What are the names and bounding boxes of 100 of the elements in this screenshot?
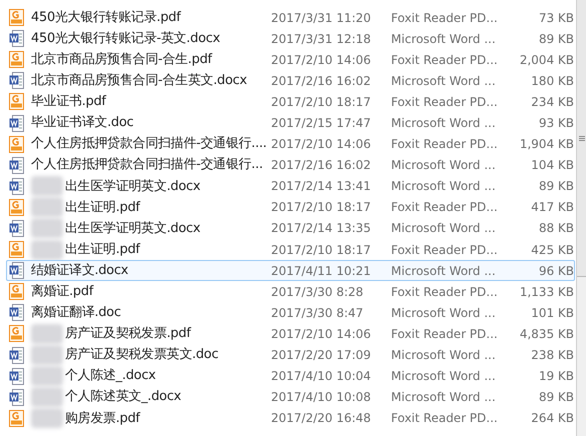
- file-name: 毕业证书.pdf: [31, 93, 106, 112]
- file-type: Foxit Reader PD...: [391, 410, 499, 428]
- date-modified: 2017/2/20 17:09: [271, 347, 372, 364]
- file-size: 89 KB: [538, 389, 574, 406]
- word-file-icon: [9, 368, 24, 385]
- word-file-icon: [9, 220, 24, 237]
- date-modified: 2017/3/31 11:20: [271, 10, 372, 27]
- file-type: Foxit Reader PD...: [391, 10, 499, 27]
- file-row[interactable]: 毕业证书.pdf 2017/2/10 18:17 Foxit Reader PD... 234 KB: [6, 91, 575, 112]
- file-row[interactable]: 购房发票.pdf 2017/2/20 16:48 Foxit Reader PD... 264 KB: [6, 408, 575, 429]
- file-size: 1,133 KB: [518, 284, 574, 301]
- file-size: 88 KB: [538, 220, 574, 238]
- pdf-file-icon: [9, 241, 24, 258]
- file-type: Microsoft Word ...: [391, 115, 497, 132]
- file-name: 离婚证翻译.doc: [31, 304, 121, 322]
- file-row[interactable]: 房产证及契税发票英文.doc 2017/2/20 17:09 Microsoft Word ... 238 KB: [6, 344, 575, 366]
- date-modified: 2017/2/14 13:41: [271, 178, 372, 196]
- date-modified: 2017/3/30 8:47: [271, 304, 364, 322]
- file-size: 101 KB: [530, 304, 574, 322]
- date-modified: 2017/2/10 14:06: [271, 136, 372, 154]
- file-size: 180 KB: [530, 72, 574, 90]
- file-name: 毕业证书译文.doc: [31, 114, 134, 132]
- date-modified: 2017/4/11 10:21: [271, 262, 372, 280]
- pdf-file-icon: [9, 93, 24, 110]
- file-size: 93 KB: [538, 115, 574, 132]
- file-name: 结婚证译文.docx: [31, 262, 128, 280]
- file-row[interactable]: 个人陈述英文_.docx 2017/4/10 10:08 Microsoft Word ... 89 KB: [6, 386, 575, 408]
- file-row[interactable]: 出生证明.pdf 2017/2/10 18:17 Foxit Reader PD... 425 KB: [6, 239, 575, 260]
- date-modified: 2017/2/10 18:17: [271, 94, 372, 111]
- pdf-file-icon: [9, 283, 24, 300]
- date-modified: 2017/3/31 12:18: [271, 30, 372, 48]
- file-row[interactable]: 北京市商品房预售合同-合生英文.docx 2017/2/16 16:02 Microsoft Word ... 180 KB: [6, 70, 575, 92]
- word-file-icon: [9, 72, 24, 90]
- file-type: Microsoft Word ...: [391, 262, 497, 280]
- file-row[interactable]: 出生证明.pdf 2017/2/10 18:17 Foxit Reader PD... 417 KB: [6, 196, 575, 218]
- file-size: 104 KB: [530, 157, 574, 174]
- file-row[interactable]: 个人住房抵押贷款合同扫描件-交通银行... 2017/2/16 16:02 Microsoft Word ... 104 KB: [6, 154, 575, 176]
- file-name: 个人陈述英文_.docx: [65, 388, 182, 406]
- pdf-file-icon: [9, 198, 24, 216]
- file-row[interactable]: 个人住房抵押贷款合同扫描件-交通银行.... 2017/2/10 14:06 Foxit Reader PD... 1,904 KB: [6, 134, 575, 155]
- file-row[interactable]: 450光大银行转账记录-英文.docx 2017/3/31 12:18 Microsoft Word ... 89 KB: [6, 28, 575, 50]
- file-row[interactable]: 450光大银行转账记录.pdf 2017/3/31 11:20 Foxit Reader PD... 73 KB: [6, 7, 575, 28]
- date-modified: 2017/2/20 16:48: [271, 410, 372, 428]
- date-modified: 2017/2/14 13:35: [271, 220, 372, 238]
- file-size: 238 KB: [530, 347, 574, 364]
- word-file-icon: [9, 304, 24, 322]
- date-modified: 2017/2/16 16:02: [271, 72, 372, 90]
- file-size: 1,904 KB: [518, 136, 574, 154]
- file-name: 北京市商品房预售合同-合生英文.docx: [31, 72, 247, 90]
- date-modified: 2017/2/10 14:06: [271, 326, 372, 343]
- word-file-icon: [9, 346, 24, 364]
- date-modified: 2017/2/15 17:47: [271, 115, 372, 132]
- file-type: Microsoft Word ...: [391, 72, 497, 90]
- file-type: Foxit Reader PD...: [391, 199, 499, 216]
- file-type: Microsoft Word ...: [391, 347, 497, 364]
- file-name: 个人住房抵押贷款合同扫描件-交通银行....: [31, 135, 267, 154]
- file-name: 个人陈述_.docx: [65, 367, 156, 386]
- pdf-file-icon: [9, 410, 24, 427]
- file-type: Foxit Reader PD...: [391, 284, 499, 301]
- file-name: 房产证及契税发票英文.doc: [65, 346, 218, 364]
- file-row[interactable]: 出生医学证明英文.docx 2017/2/14 13:41 Microsoft Word ... 89 KB: [6, 176, 575, 197]
- date-modified: 2017/2/10 18:17: [271, 199, 372, 216]
- file-row[interactable]: 出生医学证明英文.docx 2017/2/14 13:35 Microsoft Word ... 88 KB: [6, 218, 575, 240]
- file-row[interactable]: 结婚证译文.docx 2017/4/11 10:21 Microsoft Word ... 96 KB: [6, 260, 575, 282]
- word-file-icon: [9, 30, 24, 48]
- file-name: 房产证及契税发票.pdf: [65, 325, 191, 344]
- date-modified: 2017/4/10 10:08: [271, 389, 372, 406]
- file-size: 4,835 KB: [518, 326, 574, 343]
- word-file-icon: [9, 388, 24, 406]
- file-row[interactable]: 房产证及契税发票.pdf 2017/2/10 14:06 Foxit Reader PD... 4,835 KB: [6, 323, 575, 344]
- file-size: 89 KB: [538, 30, 574, 48]
- date-modified: 2017/2/16 16:02: [271, 157, 372, 174]
- file-name: 450光大银行转账记录-英文.docx: [31, 30, 220, 48]
- file-size: 264 KB: [530, 410, 574, 428]
- word-file-icon: [9, 262, 24, 280]
- file-type: Microsoft Word ...: [391, 178, 497, 196]
- pdf-file-icon: [9, 136, 24, 153]
- file-type: Foxit Reader PD...: [391, 242, 499, 259]
- file-name: 购房发票.pdf: [65, 410, 140, 428]
- file-type: Foxit Reader PD...: [391, 136, 499, 154]
- file-type: Microsoft Word ...: [391, 304, 497, 322]
- grip-icon: [578, 136, 584, 140]
- file-row[interactable]: 个人陈述_.docx 2017/4/10 10:04 Microsoft Word ... 19 KB: [6, 366, 575, 387]
- file-size: 234 KB: [530, 94, 574, 111]
- file-size: 425 KB: [530, 242, 574, 259]
- file-type: Microsoft Word ...: [391, 157, 497, 174]
- file-row[interactable]: 离婚证.pdf 2017/3/30 8:28 Foxit Reader PD... 1,133 KB: [6, 281, 575, 302]
- file-row[interactable]: 毕业证书译文.doc 2017/2/15 17:47 Microsoft Word ... 93 KB: [6, 112, 575, 134]
- file-row[interactable]: 离婚证翻译.doc 2017/3/30 8:47 Microsoft Word ... 101 KB: [6, 302, 575, 324]
- scrollbar[interactable]: [576, 0, 586, 436]
- file-name: 450光大银行转账记录.pdf: [31, 8, 181, 27]
- file-name: 个人住房抵押贷款合同扫描件-交通银行...: [31, 156, 263, 174]
- file-name: 出生证明.pdf: [65, 198, 140, 217]
- pdf-file-icon: [9, 325, 24, 342]
- file-row[interactable]: 北京市商品房预售合同-合生.pdf 2017/2/10 14:06 Foxit Reader PD... 2,004 KB: [6, 49, 575, 70]
- file-size: 96 KB: [538, 262, 574, 280]
- scrollbar-thumb[interactable]: [577, 0, 586, 277]
- file-name: 出生医学证明英文.docx: [65, 178, 200, 196]
- file-type: Microsoft Word ...: [391, 30, 497, 48]
- file-type: Microsoft Word ...: [391, 220, 497, 238]
